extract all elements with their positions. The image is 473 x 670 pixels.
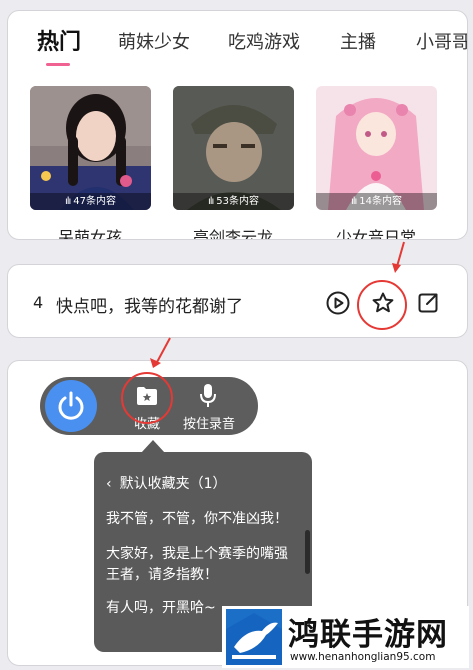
- tab-cute-girls[interactable]: 萌妹少女: [118, 29, 190, 57]
- thumbnail-count-badge: ılı 47条内容: [30, 193, 151, 210]
- hold-to-record-label[interactable]: 按住录音: [174, 413, 244, 432]
- chevron-left-icon: ‹: [106, 476, 112, 492]
- microphone-icon[interactable]: [199, 383, 217, 409]
- bars-icon: ılı: [64, 196, 71, 207]
- thumbnail-count-badge: ılı 14条内容: [316, 193, 437, 210]
- folder-title: 默认收藏夹（1）: [119, 476, 227, 492]
- thumbnail-title[interactable]: 少女音日常: [306, 224, 446, 239]
- anime-girl-art: [316, 86, 437, 210]
- thumbnail-title[interactable]: 亮剑李云龙: [163, 224, 303, 239]
- tab-boys[interactable]: 小哥哥: [416, 29, 467, 57]
- thumbnail-count-badge: ılı 53条内容: [173, 193, 294, 210]
- tab-streamers[interactable]: 主播: [340, 29, 376, 57]
- site-watermark: 鸿联手游网 www.henanhonglian95.com: [222, 606, 469, 668]
- annotation-arrow-icon: [150, 337, 171, 368]
- popup-header[interactable]: ‹ 默认收藏夹（1）: [106, 473, 227, 493]
- category-tabs: 热门 萌妹少女 吃鸡游戏 主播 小哥哥: [8, 29, 467, 59]
- annotation-circle-star: [357, 280, 407, 330]
- tab-pubg-games[interactable]: 吃鸡游戏: [228, 29, 300, 57]
- site-logo-icon: [226, 609, 282, 665]
- tab-hot[interactable]: 热门: [37, 29, 81, 57]
- soldier-photo: [173, 86, 294, 210]
- active-tab-indicator: [46, 63, 70, 66]
- thumbnail-cute-girl[interactable]: ılı 47条内容: [30, 86, 151, 210]
- thumbnail-girl-voice[interactable]: ılı 14条内容: [316, 86, 437, 210]
- favorite-item[interactable]: 大家好，我是上个赛季的嘴强王者，请多指教！: [106, 544, 301, 586]
- thumbnail-title[interactable]: 呆萌女孩: [20, 224, 160, 239]
- share-icon[interactable]: [416, 291, 440, 315]
- annotation-arrow-icon: [392, 241, 405, 273]
- row-index: 4: [33, 293, 44, 312]
- site-title: 鸿联手游网: [288, 617, 448, 653]
- row-title: 快点吧，我等的花都谢了: [56, 297, 243, 317]
- favorite-item[interactable]: 我不管，不管，你不准凶我！: [106, 509, 301, 530]
- play-icon[interactable]: [326, 291, 350, 315]
- site-url: www.henanhonglian95.com: [290, 651, 436, 663]
- category-card: 热门 萌妹少女 吃鸡游戏 主播 小哥哥 ılı 47条内容 呆萌女孩 ılı 5…: [7, 10, 468, 240]
- bars-icon: ılı: [207, 196, 214, 207]
- bars-icon: ılı: [350, 196, 357, 207]
- girl-photo: [30, 86, 151, 210]
- popup-scrollbar[interactable]: [305, 530, 310, 574]
- thumbnail-li-yunlong[interactable]: ılı 53条内容: [173, 86, 294, 210]
- power-icon: [58, 391, 84, 420]
- power-button[interactable]: [45, 380, 97, 432]
- annotation-circle-favorite: [121, 372, 173, 424]
